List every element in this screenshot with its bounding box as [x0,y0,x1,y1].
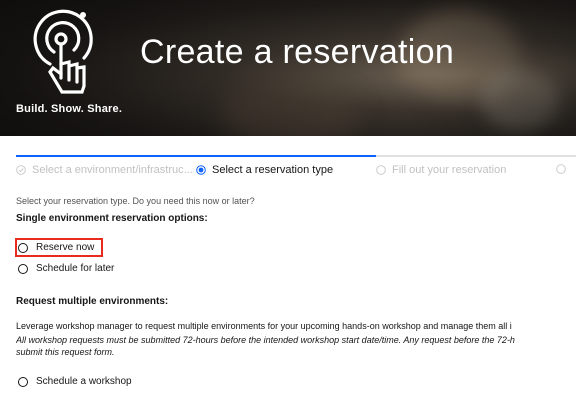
incomplete-step-icon [556,164,566,174]
progress-step-label: Select a environment/infrastruc... [32,164,193,176]
progress-step-environment[interactable]: Select a environment/infrastruc... [16,164,193,176]
reservation-type-intro: Select your reservation type. Do you nee… [16,196,255,206]
progress-segment-incomplete [556,155,576,157]
schedule-later-radio[interactable]: Schedule for later [18,263,114,274]
radio-circle-icon[interactable] [18,376,28,387]
schedule-workshop-label[interactable]: Schedule a workshop [36,376,132,387]
progress-segment-current [196,155,376,157]
multiple-environments-description: Leverage workshop manager to request mul… [16,321,512,331]
multiple-environments-heading: Request multiple environments: [16,296,169,307]
radio-circle-icon[interactable] [18,263,28,274]
progress-segment-complete [16,155,196,157]
brand-tagline: Build. Show. Share. [16,103,123,115]
progress-segment-incomplete [376,155,556,157]
workshop-request-note: All workshop requests must be submitted … [16,334,576,358]
schedule-workshop-radio[interactable]: Schedule a workshop [18,376,132,387]
progress-step-label: Fill out your reservation [392,164,507,176]
page-title: Create a reservation [140,33,455,71]
schedule-later-label[interactable]: Schedule for later [36,263,114,274]
hero-banner: Build. Show. Share. Create a reservation [0,0,576,136]
progress-step-label: Select a reservation type [212,164,334,176]
checkmark-circle-icon [16,165,26,175]
touch-hand-logo-icon [33,9,93,94]
workshop-note-line: submit this request form. [16,347,115,357]
progress-step-fill-out[interactable]: Fill out your reservation [376,164,506,176]
incomplete-step-icon [376,165,386,175]
single-environment-heading: Single environment reservation options: [16,213,208,224]
current-step-icon [196,165,206,175]
workshop-note-line: All workshop requests must be submitted … [16,335,515,345]
progress-step-next[interactable] [556,164,572,174]
progress-indicator: Select a environment/infrastruc... Selec… [16,155,576,185]
highlight-box [15,238,103,257]
progress-step-reservation-type[interactable]: Select a reservation type [196,164,333,176]
